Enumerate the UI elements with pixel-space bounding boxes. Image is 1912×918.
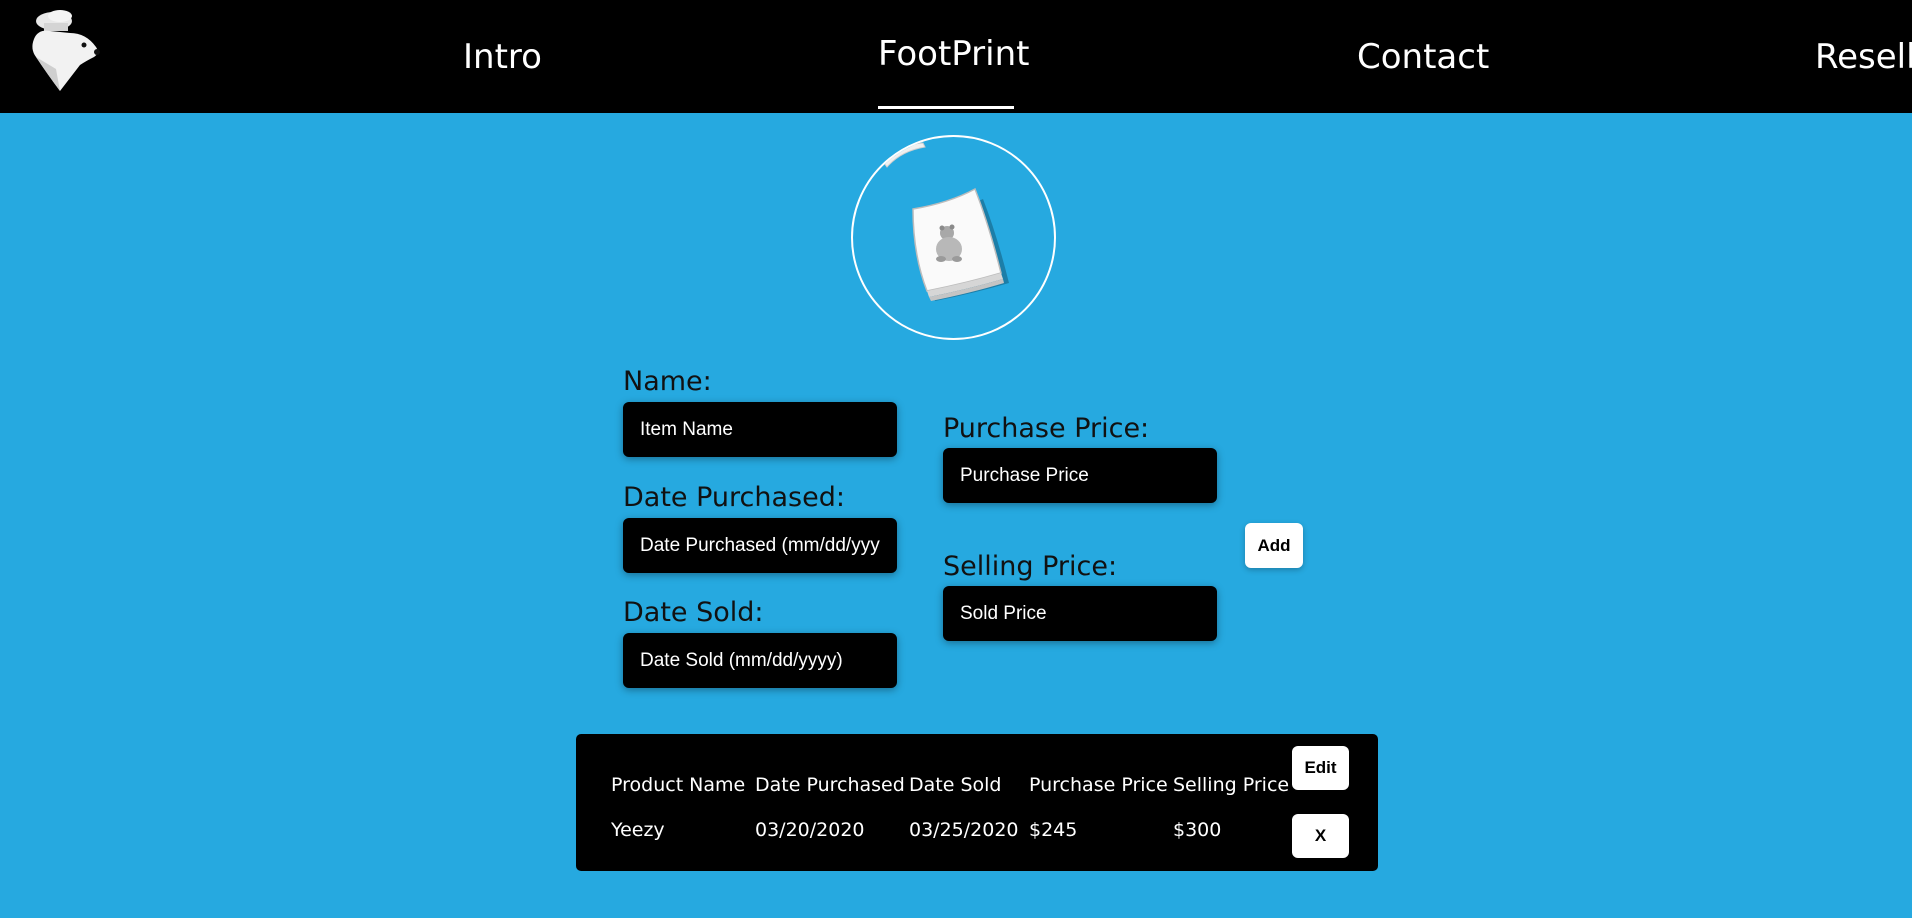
selling-price-label: Selling Price: — [943, 551, 1118, 582]
nav-link-contact[interactable]: Contact — [1357, 37, 1489, 77]
cell-product-name: Yeezy — [611, 819, 665, 841]
edit-button[interactable]: Edit — [1292, 746, 1349, 790]
cell-purchase-price: $245 — [1029, 819, 1078, 841]
items-table: Product Name Date Purchased Date Sold Pu… — [576, 734, 1378, 871]
cell-date-sold: 03/25/2020 — [909, 819, 1019, 841]
date-purchased-input[interactable] — [623, 518, 897, 573]
nav-link-intro[interactable]: Intro — [463, 37, 542, 77]
active-nav-underline — [878, 106, 1014, 109]
nav-link-resell[interactable]: Resell — [1815, 37, 1912, 77]
top-navbar: Intro FootPrint Contact Resell — [0, 0, 1912, 113]
date-sold-input[interactable] — [623, 633, 897, 688]
selling-price-input[interactable] — [943, 586, 1217, 641]
purchase-price-input[interactable] — [943, 448, 1217, 503]
table-header-selling-price: Selling Price — [1173, 774, 1290, 796]
hero-image — [851, 135, 1056, 340]
table-header-date-sold: Date Sold — [909, 774, 1002, 796]
table-header-date-purchased: Date Purchased — [755, 774, 905, 796]
table-header-product-name: Product Name — [611, 774, 746, 796]
item-name-input[interactable] — [623, 402, 897, 457]
cell-date-purchased: 03/20/2020 — [755, 819, 865, 841]
add-button[interactable]: Add — [1245, 523, 1303, 568]
table-header-purchase-price: Purchase Price — [1029, 774, 1168, 796]
date-sold-label: Date Sold: — [623, 597, 764, 628]
cell-selling-price: $300 — [1173, 819, 1222, 841]
polar-bear-logo-icon[interactable] — [26, 9, 104, 91]
date-purchased-label: Date Purchased: — [623, 482, 845, 513]
nav-link-footprint[interactable]: FootPrint — [878, 34, 1030, 74]
purchase-price-label: Purchase Price: — [943, 413, 1150, 444]
delete-button[interactable]: X — [1292, 814, 1349, 858]
shoebox-bear-icon — [880, 142, 1026, 338]
name-label: Name: — [623, 366, 712, 397]
